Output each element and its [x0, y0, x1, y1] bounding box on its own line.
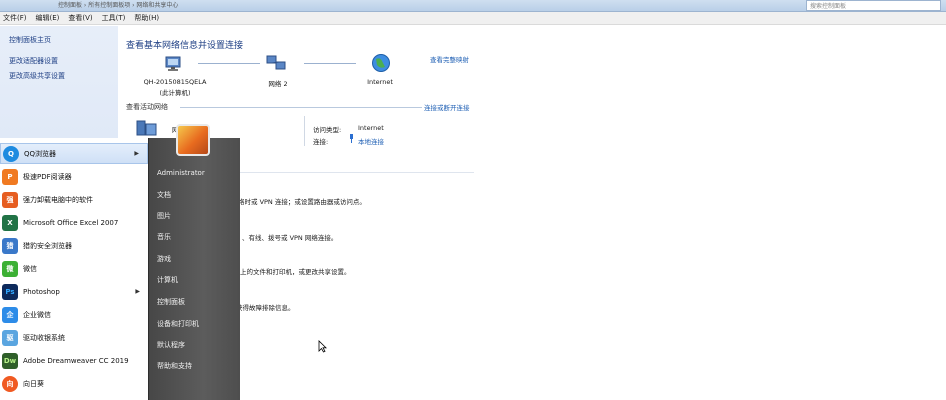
start-menu-programs: Q QQ浏览器 ▶ P 极速PDF阅读器 强 强力卸载电脑中的软件 X Micr… — [0, 138, 149, 400]
start-right-default-programs[interactable]: 默认程序 — [157, 340, 185, 350]
access-type-value: Internet — [358, 124, 384, 132]
start-item-photoshop[interactable]: Ps Photoshop ▶ — [0, 281, 148, 302]
start-right-music[interactable]: 音乐 — [157, 232, 171, 242]
menu-edit[interactable]: 编辑(E) — [36, 13, 60, 23]
start-item-pdf-reader[interactable]: P 极速PDF阅读器 — [0, 166, 148, 187]
connect-disconnect-link[interactable]: 连接或断开连接 — [424, 102, 470, 112]
network-icon — [266, 55, 286, 70]
page-title: 查看基本网络信息并设置连接 — [126, 41, 244, 51]
start-item-sunflower[interactable]: 向 向日葵 — [0, 373, 148, 394]
nav-change-adapter-settings[interactable]: 更改适配器设置 — [9, 56, 58, 66]
address-breadcrumb[interactable]: 控制面板 › 所有控制面板项 › 网络和共享中心 — [58, 0, 178, 9]
task-homegroup-desc: 上的文件和打印机，或更改共享设置。 — [240, 268, 351, 276]
start-right-devices-printers[interactable]: 设备和打印机 — [157, 319, 199, 329]
computer-sub-label: (此计算机) — [159, 89, 191, 97]
internet-label: Internet — [367, 78, 393, 86]
start-item-uninstaller[interactable]: 强 强力卸载电脑中的软件 — [0, 189, 148, 210]
submenu-arrow-icon: ▶ — [135, 288, 140, 295]
start-item-qq-browser[interactable]: Q QQ浏览器 ▶ — [0, 143, 148, 164]
menu-file[interactable]: 文件(F) — [3, 13, 27, 23]
pdf-reader-icon: P — [2, 168, 18, 185]
task-connect-network-desc: 、有线、拨号或 VPN 网络连接。 — [242, 234, 338, 242]
start-right-help-support[interactable]: 帮助和支持 — [157, 361, 192, 371]
cashier-icon: 驱 — [2, 329, 18, 346]
start-item-label: 极速PDF阅读器 — [23, 172, 72, 181]
computer-name: QH-20150815QELA — [143, 78, 207, 86]
start-item-label: 向日葵 — [23, 379, 44, 388]
start-item-dreamweaver[interactable]: Dw Adobe Dreamweaver CC 2019 — [0, 350, 148, 371]
sunflower-icon: 向 — [2, 375, 18, 392]
user-avatar[interactable] — [176, 124, 210, 156]
wechat-icon: 微 — [2, 260, 18, 277]
nav-change-advanced-sharing[interactable]: 更改高级共享设置 — [9, 71, 65, 81]
plug-icon — [348, 134, 355, 145]
start-item-label: QQ浏览器 — [24, 149, 57, 158]
start-right-computer[interactable]: 计算机 — [157, 275, 178, 285]
connection-label: 连接: — [313, 138, 329, 146]
active-networks-heading: 查看活动网络 — [126, 103, 168, 111]
address-bar: 控制面板 › 所有控制面板项 › 网络和共享中心 搜索控制面板 — [0, 0, 946, 12]
start-item-liebao-browser[interactable]: 猎 猎豹安全浏览器 — [0, 235, 148, 256]
vertical-divider — [304, 116, 305, 146]
photoshop-icon: Ps — [2, 283, 18, 300]
start-item-label: Photoshop — [23, 287, 60, 296]
menu-bar: 文件(F) 编辑(E) 查看(V) 工具(T) 帮助(H) — [0, 12, 946, 25]
start-item-label: Adobe Dreamweaver CC 2019 — [23, 356, 129, 365]
computer-icon — [165, 56, 181, 71]
start-item-wechat[interactable]: 微 微信 — [0, 258, 148, 279]
nav-control-panel-home[interactable]: 控制面板主页 — [9, 35, 51, 45]
globe-icon — [372, 54, 390, 72]
start-item-cashier[interactable]: 驱 驱动收银系统 — [0, 327, 148, 348]
uninstaller-icon: 强 — [2, 191, 18, 208]
start-item-wecom[interactable]: 企 企业微信 — [0, 304, 148, 325]
active-network-icon — [136, 120, 157, 136]
dreamweaver-icon: Dw — [2, 352, 18, 369]
start-right-pictures[interactable]: 图片 — [157, 211, 171, 221]
start-item-label: 企业微信 — [23, 310, 51, 319]
menu-view[interactable]: 查看(V) — [68, 13, 92, 23]
section-divider — [180, 107, 422, 108]
link-line — [198, 63, 260, 64]
access-type-label: 访问类型: — [313, 126, 342, 134]
network-name: 网络 2 — [268, 80, 288, 88]
start-right-games[interactable]: 游戏 — [157, 254, 171, 264]
start-item-label: Microsoft Office Excel 2007 — [23, 218, 119, 227]
start-item-label: 强力卸载电脑中的软件 — [23, 195, 93, 204]
link-line — [304, 63, 356, 64]
search-input[interactable]: 搜索控制面板 — [806, 0, 941, 11]
start-item-label: 猎豹安全浏览器 — [23, 241, 72, 250]
main-content: 查看基本网络信息并设置连接 查看完整映射 QH-20150815QELA (此计… — [118, 26, 946, 400]
start-item-label: 微信 — [23, 264, 37, 273]
start-item-excel[interactable]: X Microsoft Office Excel 2007 — [0, 212, 148, 233]
submenu-arrow-icon: ▶ — [134, 150, 139, 157]
mouse-cursor-icon — [318, 340, 327, 353]
start-right-user[interactable]: Administrator — [157, 169, 205, 177]
menu-tools[interactable]: 工具(T) — [102, 13, 126, 23]
qq-browser-icon: Q — [3, 145, 19, 162]
liebao-browser-icon: 猎 — [2, 237, 18, 254]
task-troubleshoot-desc: 获得故障排除信息。 — [236, 304, 295, 312]
start-right-documents[interactable]: 文档 — [157, 190, 171, 200]
wecom-icon: 企 — [2, 306, 18, 323]
view-full-map-link[interactable]: 查看完整映射 — [430, 54, 469, 64]
start-right-control-panel[interactable]: 控制面板 — [157, 297, 185, 307]
start-item-label: 驱动收银系统 — [23, 333, 65, 342]
menu-help[interactable]: 帮助(H) — [134, 13, 159, 23]
task-setup-connection-desc: 络时或 VPN 连接；或设置路由器或访问点。 — [238, 198, 366, 206]
local-connection-link[interactable]: 本地连接 — [358, 136, 384, 146]
start-menu-right-pane: Administrator 文档 图片 音乐 游戏 计算机 控制面板 设备和打印… — [148, 138, 240, 400]
excel-icon: X — [2, 214, 18, 231]
